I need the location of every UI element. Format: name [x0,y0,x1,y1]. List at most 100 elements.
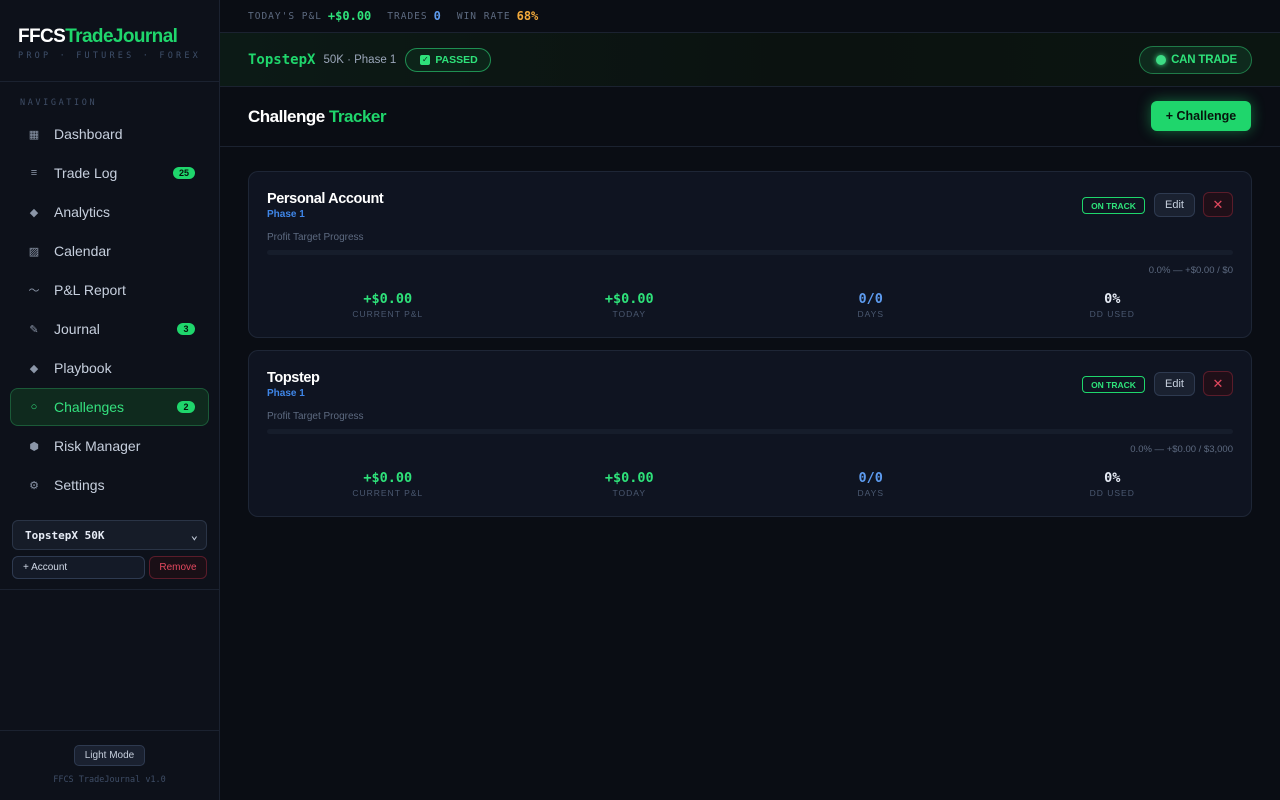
metric-value: 0% [1104,470,1121,486]
metric-current-p-l: +$0.00 CURRENT P&L [267,290,509,319]
sidebar-item-journal[interactable]: ✎ Journal 3 [10,310,209,348]
metric-value: +$0.00 [363,291,413,307]
metric-today: +$0.00 TODAY [509,290,751,319]
sidebar-item-trade-log[interactable]: ≡ Trade Log 25 [10,154,209,192]
target-icon: ○ [30,401,38,413]
edit-challenge-button[interactable]: Edit [1154,193,1195,217]
add-account-button[interactable]: + Account [12,556,145,579]
count-badge: 2 [177,401,195,413]
sidebar-item-playbook[interactable]: ◆ Playbook [10,349,209,387]
add-challenge-button[interactable]: + Challenge [1151,101,1251,131]
banner-account-name: TopstepX [248,51,316,68]
sidebar-item-label: P&L Report [54,282,126,298]
passed-badge: ✓ PASSED [405,47,491,72]
sidebar-item-label: Challenges [54,399,125,415]
challenge-name: Personal Account [267,191,384,207]
status-dot-icon [1156,55,1167,65]
remove-account-button[interactable]: Remove [149,556,207,579]
sidebar-item-dashboard[interactable]: ▦ Dashboard [10,115,209,153]
check-icon: ✓ [420,54,431,65]
metric-days: 0/0 DAYS [750,469,992,498]
on-track-badge: ON TRACK [1082,197,1145,214]
app-logo[interactable]: FFCSTradeJournal [18,26,219,48]
stat-value: 68% [516,9,539,23]
sidebar-item-label: Journal [54,321,100,337]
list-icon: ≡ [30,167,38,179]
calendar-icon: ▨ [28,245,40,258]
progress-bar [267,429,1233,434]
can-trade-label: CAN TRADE [1171,54,1237,66]
challenge-metrics: +$0.00 CURRENT P&L +$0.00 TODAY 0/0 DAYS 0% DD … [267,469,1233,498]
version-label: FFCS TradeJournal v1.0 [53,775,166,785]
passed-badge-label: PASSED [435,53,478,66]
logo-text-tradejournal: TradeJournal [65,26,178,47]
light-mode-button[interactable]: Light Mode [74,745,145,766]
metric-label: DD USED [1089,488,1135,498]
count-badge: 25 [172,167,195,179]
metric-current-p-l: +$0.00 CURRENT P&L [267,469,509,498]
page-title-part2: Tracker [328,106,387,126]
metric-label: DAYS [857,309,885,319]
sidebar-item-settings[interactable]: ⚙ Settings [10,466,209,504]
sidebar-item-label: Risk Manager [54,438,141,454]
sidebar-item-challenges[interactable]: ○ Challenges 2 [10,388,209,426]
grid-icon: ▦ [28,128,40,141]
sidebar-item-analytics[interactable]: ◆ Analytics [10,193,209,231]
sidebar-item-label: Dashboard [54,126,123,142]
account-select[interactable]: TopstepX 50K ⌄ [12,520,207,550]
can-trade-badge: CAN TRADE [1139,46,1252,74]
metric-label: DAYS [857,488,885,498]
metric-today: +$0.00 TODAY [509,469,751,498]
sidebar-item-calendar[interactable]: ▨ Calendar [10,232,209,270]
stat-value: +$0.00 [327,9,372,23]
challenge-phase: Phase 1 [267,209,305,220]
sidebar-item-label: Trade Log [54,165,118,181]
logo-text-ffcs: FFCS [18,26,66,47]
sidebar: FFCSTradeJournal PROP · FUTURES · FOREX … [0,0,220,800]
stat-label: TODAY'S P&L [248,10,322,22]
sidebar-item-label: Analytics [54,204,111,220]
edit-challenge-button[interactable]: Edit [1154,372,1195,396]
metric-label: CURRENT P&L [352,309,424,319]
book-icon: ◆ [29,362,39,375]
stats-bar: TODAY'S P&L +$0.00 TRADES 0 WIN RATE 68% [220,0,1280,33]
stat-value: 0 [433,9,441,23]
nav-heading: NAVIGATION [20,98,98,108]
brand-tagline: PROP · FUTURES · FOREX [18,51,201,61]
on-track-badge: ON TRACK [1082,376,1145,393]
metric-value: +$0.00 [604,470,654,486]
metric-days: 0/0 DAYS [750,290,992,319]
progress-label: Profit Target Progress [267,411,364,422]
metric-value: +$0.00 [604,291,654,307]
brand-block: FFCSTradeJournal PROP · FUTURES · FOREX [0,0,219,82]
diamond-icon: ◆ [29,206,39,219]
sidebar-item-label: Calendar [54,243,111,259]
sidebar-item-p-l-report[interactable]: 〜 P&L Report [10,271,209,309]
metric-label: CURRENT P&L [352,488,424,498]
pencil-icon: ✎ [29,323,39,336]
progress-text: 0.0% — +$0.00 / $0 [1148,265,1233,276]
sidebar-divider [0,589,219,590]
gear-icon: ⚙ [29,479,39,492]
challenge-phase: Phase 1 [267,388,305,399]
close-icon: ✕ [1212,375,1224,391]
challenge-name: Topstep [267,370,320,386]
metric-value: 0% [1104,291,1121,307]
count-badge: 3 [177,323,195,335]
delete-challenge-button[interactable]: ✕ [1203,192,1233,217]
sidebar-item-label: Playbook [54,360,112,376]
delete-challenge-button[interactable]: ✕ [1203,371,1233,396]
close-icon: ✕ [1212,196,1224,212]
metric-value: 0/0 [858,291,883,307]
progress-text: 0.0% — +$0.00 / $3,000 [1130,444,1233,455]
progress-label: Profit Target Progress [267,232,364,243]
sidebar-item-risk-manager[interactable]: ⬢ Risk Manager [10,427,209,465]
banner-account-detail: 50K · Phase 1 [323,53,397,66]
progress-bar [267,250,1233,255]
challenge-card: Topstep Phase 1 ON TRACK Edit ✕ Profit Target… [248,350,1252,517]
challenge-card: Personal Account Phase 1 ON TRACK Edit ✕ Prof… [248,171,1252,338]
challenge-metrics: +$0.00 CURRENT P&L +$0.00 TODAY 0/0 DAYS 0% DD … [267,290,1233,319]
account-banner: TopstepX 50K · Phase 1 ✓ PASSED CAN TRAD… [220,33,1280,87]
shield-icon: ⬢ [29,440,39,453]
stat-label: WIN RATE [456,10,511,22]
